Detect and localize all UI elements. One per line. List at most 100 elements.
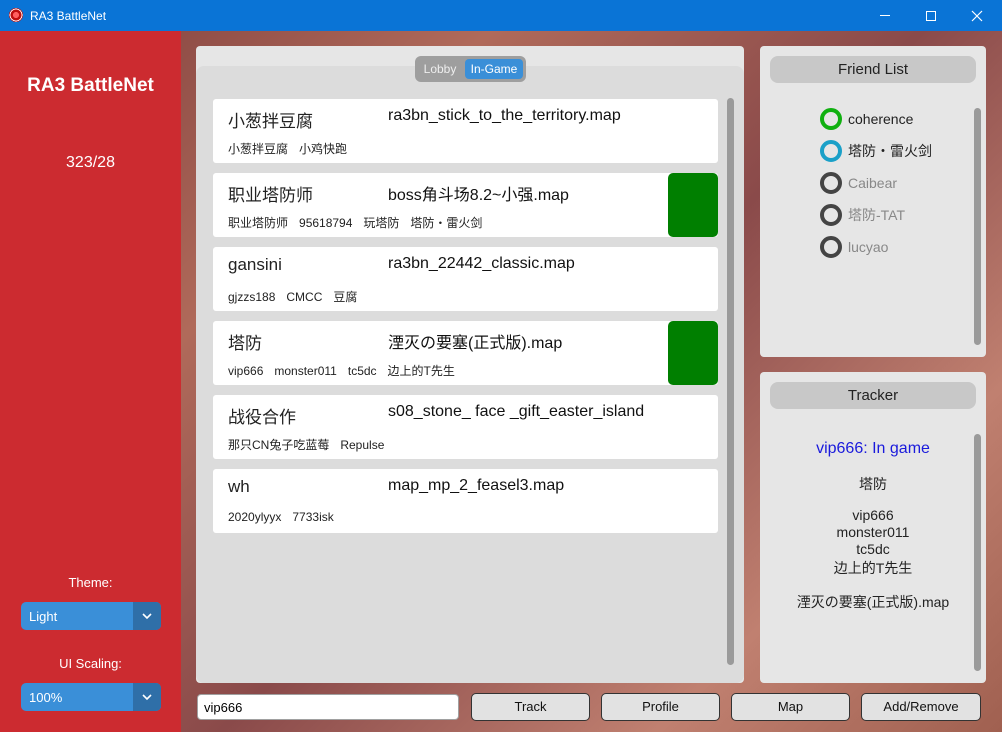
friend-item[interactable]: 塔防・雷火剑	[820, 140, 932, 162]
game-player: monster011	[274, 364, 337, 378]
tracker-player: vip666	[852, 507, 894, 523]
tracker-scrollbar[interactable]	[974, 434, 981, 671]
scaling-label: UI Scaling:	[59, 656, 122, 671]
game-host: 塔防	[228, 334, 262, 353]
tracker-host: 塔防	[859, 476, 887, 492]
tab-lobby[interactable]: Lobby	[418, 59, 462, 79]
friend-name: 塔防-TAT	[848, 207, 906, 223]
friend-name: lucyao	[848, 239, 889, 255]
friend-item[interactable]: coherence	[820, 108, 913, 130]
game-players: vip666 monster011 tc5dc 边上的T先生	[228, 362, 466, 379]
status-ring-icon	[820, 172, 842, 194]
online-stats: 323/28	[66, 154, 115, 171]
game-player: 职业塔防师	[228, 216, 289, 230]
game-map: 湮灭の要塞(正式版).map	[388, 335, 563, 352]
game-player: 塔防・雷火剑	[410, 216, 483, 230]
tracker-status: vip666: In game	[816, 440, 930, 457]
app-icon	[9, 8, 23, 22]
game-row[interactable]: wh map_mp_2_feasel3.map 2020ylyyx 7733isk	[213, 469, 718, 533]
status-ring-icon	[820, 140, 842, 162]
friend-list-panel: Friend List coherence 塔防・雷火剑 Caibear 塔防-TAT…	[760, 46, 986, 357]
window-title: RA3 BattleNet	[30, 9, 107, 23]
game-players: 小葱拌豆腐 小鸡快跑	[228, 140, 358, 157]
lobby-ingame-toggle: Lobby In-Game	[415, 56, 526, 82]
game-map: boss角斗场8.2~小强.map	[388, 187, 569, 204]
game-player: gjzzs188	[228, 290, 276, 304]
tracker-title: Tracker	[770, 382, 976, 409]
game-player: tc5dc	[347, 364, 377, 378]
close-button[interactable]	[954, 0, 1000, 31]
status-ring-icon	[820, 108, 842, 130]
status-ring-icon	[820, 236, 842, 258]
games-scrollbar[interactable]	[727, 98, 734, 665]
friend-item[interactable]: lucyao	[820, 236, 888, 258]
game-players: 那只CN兔子吃蓝莓 Repulse	[228, 436, 395, 453]
friends-scrollbar[interactable]	[974, 108, 981, 345]
game-player: CMCC	[286, 290, 323, 304]
tracker-player: monster011	[836, 524, 910, 540]
game-player: 小葱拌豆腐	[228, 142, 289, 156]
map-button[interactable]: Map	[731, 693, 850, 721]
game-host: 小葱拌豆腐	[228, 112, 313, 131]
tracker-panel: Tracker vip666: In game 塔防 vip666 monster…	[760, 372, 986, 683]
theme-chevron-down-icon[interactable]	[133, 602, 161, 630]
scaling-value: 100%	[29, 690, 63, 705]
game-row[interactable]: gansini ra3bn_22442_classic.map gjzzs188 CM…	[213, 247, 718, 311]
game-row[interactable]: 战役合作 s08_stone_ face _gift_easter_island 那…	[213, 395, 718, 459]
profile-button[interactable]: Profile	[601, 693, 720, 721]
game-host: gansini	[228, 255, 282, 274]
theme-dropdown[interactable]: Light	[21, 602, 161, 630]
game-row[interactable]: 小葱拌豆腐 ra3bn_stick_to_the_territory.map 小葱拌…	[213, 99, 718, 163]
game-player: 2020ylyyx	[228, 510, 282, 524]
game-map: ra3bn_stick_to_the_territory.map	[388, 107, 621, 124]
game-host: wh	[228, 477, 250, 496]
game-player: 边上的T先生	[387, 364, 455, 378]
theme-label: Theme:	[68, 575, 113, 590]
game-player: Repulse	[340, 438, 385, 452]
game-host: 战役合作	[228, 408, 296, 427]
tracker-player: tc5dc	[856, 541, 890, 557]
game-player: 那只CN兔子吃蓝莓	[228, 438, 330, 452]
friend-name: 塔防・雷火剑	[848, 143, 932, 159]
friend-name: coherence	[848, 111, 914, 127]
friend-item[interactable]: 塔防-TAT	[820, 204, 905, 226]
title-bar: RA3 BattleNet	[0, 0, 1002, 31]
game-players: 职业塔防师 95618794 玩塔防 塔防・雷火剑	[228, 214, 493, 231]
game-host: 职业塔防师	[228, 186, 313, 205]
game-players: 2020ylyyx 7733isk	[228, 510, 345, 524]
maximize-button[interactable]	[908, 0, 954, 31]
ingame-status-marker	[668, 321, 718, 385]
tracker-player: 边上的T先生	[833, 560, 913, 576]
game-player: 7733isk	[292, 510, 334, 524]
tab-ingame[interactable]: In-Game	[465, 59, 523, 79]
scaling-chevron-down-icon[interactable]	[133, 683, 161, 711]
game-players: gjzzs188 CMCC 豆腐	[228, 288, 368, 305]
sidebar: RA3 BattleNet 323/28 Theme: Light UI Sca…	[0, 31, 181, 732]
game-row[interactable]: 塔防 湮灭の要塞(正式版).map vip666 monster011 tc5dc 边上的…	[213, 321, 718, 385]
close-icon	[971, 10, 983, 21]
game-player: vip666	[228, 364, 264, 378]
friend-name: Caibear	[848, 175, 898, 191]
game-map: ra3bn_22442_classic.map	[388, 255, 575, 272]
friend-item[interactable]: Caibear	[820, 172, 897, 194]
friend-list-title: Friend List	[770, 56, 976, 83]
game-player: 玩塔防	[363, 216, 400, 230]
game-player: 小鸡快跑	[299, 142, 348, 156]
maximize-icon	[926, 10, 936, 21]
minimize-button[interactable]	[862, 0, 908, 31]
scaling-dropdown[interactable]: 100%	[21, 683, 161, 711]
game-map: s08_stone_ face _gift_easter_island	[388, 403, 645, 420]
status-ring-icon	[820, 204, 842, 226]
tracker-map: 湮灭の要塞(正式版).map	[796, 594, 950, 610]
game-row[interactable]: 职业塔防师 boss角斗场8.2~小强.map 职业塔防师 95618794 玩塔防 塔防…	[213, 173, 718, 237]
player-name-input[interactable]	[197, 694, 459, 720]
theme-value: Light	[29, 609, 58, 624]
game-player: 95618794	[299, 216, 353, 230]
minimize-icon	[880, 15, 890, 16]
add-remove-button[interactable]: Add/Remove	[861, 693, 981, 721]
game-player: 豆腐	[333, 290, 358, 304]
track-button[interactable]: Track	[471, 693, 590, 721]
game-map: map_mp_2_feasel3.map	[388, 477, 565, 494]
ingame-status-marker	[668, 173, 718, 237]
app-brand: RA3 BattleNet	[27, 75, 154, 96]
